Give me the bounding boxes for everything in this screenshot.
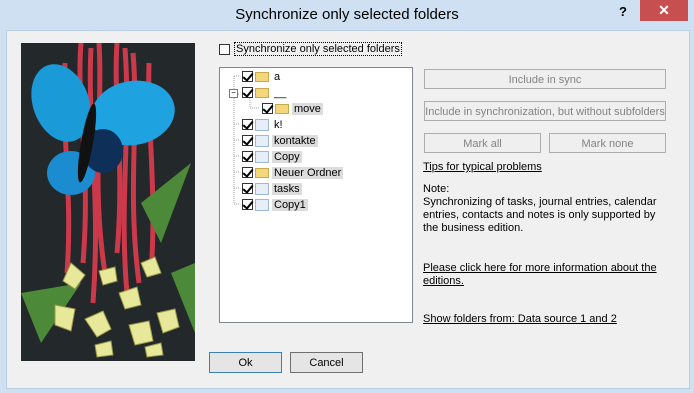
- contacts-icon: [255, 134, 269, 147]
- tree-item-kontakte[interactable]: kontakte: [242, 133, 318, 148]
- folder-icon: [275, 103, 289, 114]
- folder-tree[interactable]: − a __ move k! kontakte Copy Neuer Ordne…: [219, 67, 413, 323]
- window-title: Synchronize only selected folders: [235, 6, 459, 23]
- folder-icon: [255, 71, 269, 82]
- tree-item-label: __: [274, 86, 287, 99]
- tree-item-move[interactable]: move: [262, 101, 323, 116]
- tasks-icon: [255, 182, 269, 195]
- title-bar: Synchronize only selected folders ? ✕: [0, 0, 694, 30]
- sync-only-selected-row[interactable]: Synchronize only selected folders: [219, 41, 402, 57]
- tree-item-label: kontakte: [272, 134, 318, 147]
- edition-note: Note: Synchronizing of tasks, journal en…: [423, 183, 673, 235]
- close-button[interactable]: ✕: [640, 0, 688, 21]
- tree-item-label: Copy: [272, 150, 302, 163]
- folder-icon: [255, 167, 269, 178]
- tree-item-copy[interactable]: Copy: [242, 149, 302, 164]
- folder-icon: [255, 87, 269, 98]
- tree-item-checkbox[interactable]: [242, 183, 253, 194]
- tree-item-copy1[interactable]: Copy1: [242, 197, 308, 212]
- calendar-icon: [255, 198, 269, 211]
- help-button[interactable]: ?: [606, 2, 640, 22]
- ok-button[interactable]: Ok: [209, 352, 282, 373]
- tree-item-checkbox[interactable]: [242, 71, 253, 82]
- sync-only-selected-label: Synchronize only selected folders: [234, 42, 402, 56]
- mark-none-button[interactable]: Mark none: [549, 133, 666, 153]
- cancel-button[interactable]: Cancel: [290, 352, 363, 373]
- tree-item-label: move: [292, 102, 323, 115]
- mark-all-button[interactable]: Mark all: [424, 133, 541, 153]
- tree-item-label: a: [274, 70, 281, 83]
- tips-link[interactable]: Tips for typical problems: [423, 161, 542, 173]
- tree-item-label: k!: [274, 118, 283, 131]
- tree-item-checkbox[interactable]: [242, 135, 253, 146]
- tree-item-label: Neuer Ordner: [272, 166, 344, 179]
- dialog-body: Synchronize only selected folders − a __…: [6, 30, 690, 389]
- include-in-sync-button[interactable]: Include in sync: [424, 69, 666, 89]
- tree-item-checkbox[interactable]: [242, 87, 253, 98]
- tree-expander-collapse[interactable]: −: [229, 89, 238, 98]
- tree-item-checkbox[interactable]: [242, 167, 253, 178]
- tree-item-label: tasks: [272, 182, 302, 195]
- include-without-subfolders-button[interactable]: Include in synchronization, but without …: [424, 101, 666, 121]
- butterfly-image: [21, 43, 195, 361]
- contacts-icon: [255, 118, 269, 131]
- tree-item-a[interactable]: a: [242, 69, 282, 84]
- tree-item-checkbox[interactable]: [262, 103, 273, 114]
- tree-item-label: Copy1: [272, 198, 308, 211]
- tree-item-underscore[interactable]: __: [242, 85, 288, 100]
- tree-item-checkbox[interactable]: [242, 151, 253, 162]
- tree-item-tasks[interactable]: tasks: [242, 181, 302, 196]
- calendar-icon: [255, 150, 269, 163]
- note-heading: Note:: [423, 183, 450, 195]
- tree-item-k[interactable]: k!: [242, 117, 285, 132]
- editions-info-link[interactable]: Please click here for more information a…: [423, 262, 673, 288]
- tree-item-neuer-ordner[interactable]: Neuer Ordner: [242, 165, 344, 180]
- note-text: Synchronizing of tasks, journal entries,…: [423, 196, 657, 234]
- tree-item-checkbox[interactable]: [242, 119, 253, 130]
- tree-item-checkbox[interactable]: [242, 199, 253, 210]
- show-folders-link[interactable]: Show folders from: Data source 1 and 2: [423, 313, 617, 325]
- sync-only-selected-checkbox[interactable]: [219, 43, 230, 55]
